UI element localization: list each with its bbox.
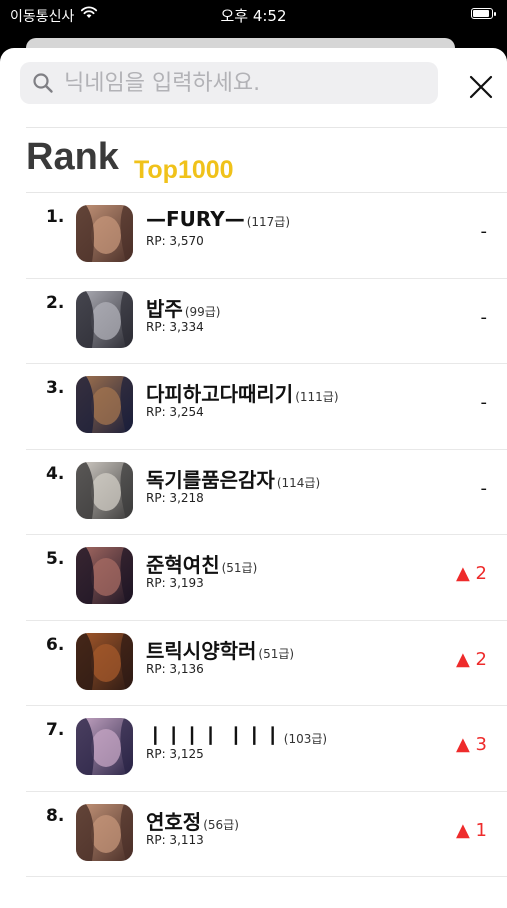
player-rp: RP: 3,113 (146, 832, 204, 847)
player-name: 연호정 (146, 809, 202, 834)
search-bar[interactable] (20, 62, 438, 104)
divider (26, 127, 507, 128)
rank-change: - (480, 477, 488, 499)
player-name: ㅣㅣㅣㅣ ㅣㅣㅣ (146, 724, 282, 748)
player-name-line: 트릭시양학러 (51급) (146, 635, 294, 664)
player-name-line: 독기를품은감자 (114급) (146, 464, 320, 493)
player-level: (51급) (221, 561, 258, 575)
rank-change: ▲ 3 (455, 734, 487, 755)
player-rp: RP: 3,254 (146, 405, 204, 419)
rank-sheet: Rank Top1000 1. —FURY—(117급) RP: 3,570 -… (0, 48, 507, 908)
player-name: 준혁여친 (146, 553, 220, 577)
player-name-line: 다피하고다때리기 (111급) (146, 378, 339, 407)
player-rp: RP: 3,136 (146, 661, 204, 676)
player-name: 독기를품은감자 (146, 467, 275, 492)
avatar (76, 461, 133, 519)
rank-row[interactable]: 4. 독기를품은감자 (114급) RP: 3,218 - (0, 450, 507, 535)
player-level: (103급) (283, 732, 328, 746)
player-name-line: 연호정 (56급) (146, 806, 239, 835)
rank-number: 8. (46, 805, 65, 826)
rank-change: ▲ 2 (455, 648, 487, 670)
close-icon[interactable] (466, 72, 496, 102)
rank-number: 4. (46, 463, 65, 484)
avatar (76, 205, 133, 262)
player-name-line: 준혁여친 (51급) (146, 549, 257, 578)
search-input[interactable] (64, 62, 424, 104)
rank-row[interactable]: 6. 트릭시양학러 (51급) RP: 3,136 ▲ 2 (0, 621, 507, 706)
rank-row[interactable]: 3. 다피하고다때리기 (111급) RP: 3,254 - (0, 364, 507, 450)
avatar (76, 718, 133, 775)
rank-change: - (480, 392, 488, 413)
rank-row[interactable]: 5. 준혁여친 (51급) RP: 3,193 ▲ 2 (0, 535, 507, 621)
rank-change: - (480, 306, 488, 328)
rank-number: 7. (46, 720, 65, 740)
player-rp: RP: 3,218 (146, 490, 204, 505)
avatar (76, 376, 133, 433)
avatar (76, 803, 133, 861)
rank-row[interactable]: 8. 연호정 (56급) RP: 3,113 ▲ 1 (0, 792, 507, 877)
player-rp: RP: 3,570 (146, 234, 204, 248)
player-level: (56급) (203, 817, 239, 832)
player-name: 트릭시양학러 (146, 638, 257, 663)
search-icon (33, 73, 53, 93)
rank-number: 2. (46, 292, 65, 313)
player-rp: RP: 3,334 (146, 319, 204, 334)
player-name: —FURY— (146, 207, 245, 231)
player-name: 다피하고다때리기 (146, 382, 294, 406)
divider (26, 876, 507, 877)
rank-number: 1. (46, 207, 65, 227)
rank-number: 6. (46, 634, 65, 655)
rank-change: ▲ 2 (455, 563, 487, 584)
player-name-line: 밥주 (99급) (146, 293, 221, 322)
player-level: (114급) (276, 475, 321, 490)
player-level: (99급) (184, 304, 221, 319)
player-level: (51급) (258, 646, 295, 661)
battery-icon (471, 8, 496, 19)
rank-list: 1. —FURY— (117급) RP: 3,570 - 2. 밥주 (99급)… (0, 193, 507, 877)
player-rp: RP: 3,193 (146, 576, 204, 590)
player-level: (111급) (295, 390, 339, 404)
status-bar: 이동통신사 오후 4:52 (0, 0, 507, 30)
page-title: Rank (26, 136, 119, 178)
rank-row[interactable]: 2. 밥주 (99급) RP: 3,334 - (0, 279, 507, 364)
search-row (0, 48, 507, 128)
avatar (76, 290, 133, 348)
page-subtitle: Top1000 (134, 156, 234, 184)
rank-change: ▲ 1 (455, 819, 487, 841)
player-level: (117급) (246, 215, 291, 229)
player-rp: RP: 3,125 (146, 747, 204, 761)
player-name: 밥주 (146, 296, 183, 321)
player-name-line: —FURY— (117급) (146, 207, 290, 231)
rank-number: 5. (46, 549, 65, 569)
rank-row[interactable]: 1. —FURY— (117급) RP: 3,570 - (0, 193, 507, 279)
rank-change: - (480, 221, 488, 242)
avatar (76, 547, 133, 604)
avatar (76, 632, 133, 690)
player-name-line: ㅣㅣㅣㅣ ㅣㅣㅣ (103급) (146, 720, 327, 749)
clock: 오후 4:52 (220, 7, 287, 25)
rank-header: Rank Top1000 (26, 136, 234, 188)
rank-row[interactable]: 7. ㅣㅣㅣㅣ ㅣㅣㅣ (103급) RP: 3,125 ▲ 3 (0, 706, 507, 792)
rank-number: 3. (46, 378, 65, 398)
